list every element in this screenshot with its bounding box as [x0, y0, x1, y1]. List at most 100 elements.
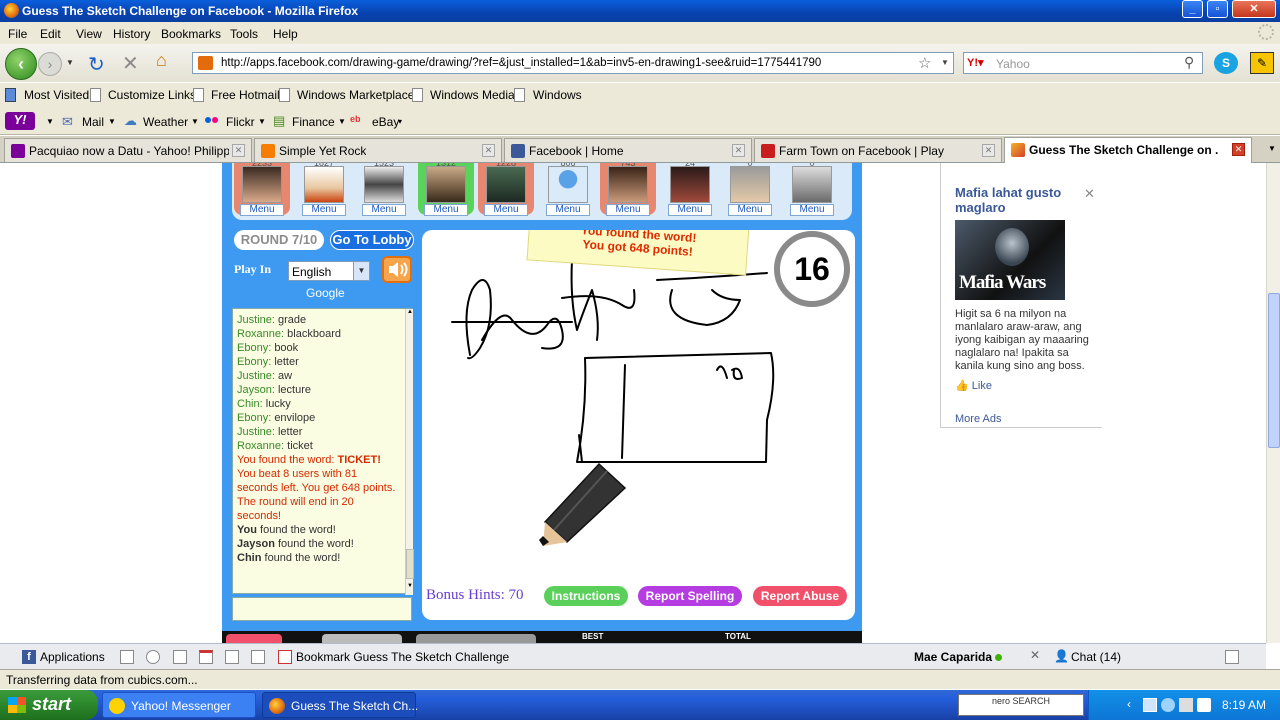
photos-icon[interactable] — [120, 650, 134, 664]
messenger-tray-icon[interactable] — [1161, 698, 1175, 712]
events-icon[interactable] — [173, 650, 187, 664]
back-button[interactable]: ‹ — [5, 48, 37, 80]
close-tab-icon[interactable]: ✕ — [982, 144, 995, 157]
menu-view[interactable]: View — [76, 27, 102, 41]
footer-tab[interactable] — [226, 634, 282, 643]
bookmark-free-hotmail[interactable]: Free Hotmail — [211, 88, 280, 102]
search-placeholder[interactable]: Yahoo — [996, 57, 1030, 71]
player-card[interactable]: 24 Menu — [662, 163, 718, 216]
page-scrollbar[interactable] — [1266, 163, 1280, 643]
url-bar[interactable]: http://apps.facebook.com/drawing-game/dr… — [192, 52, 954, 74]
taskbar-firefox[interactable]: Guess The Sketch Ch... — [262, 692, 418, 718]
nero-search-box[interactable]: nero SEARCH — [958, 694, 1084, 716]
search-box[interactable]: Y!▾ Yahoo ⚲ — [963, 52, 1203, 74]
taskbar-yahoo-messenger[interactable]: Yahoo! Messenger — [102, 692, 256, 718]
mail-dropdown-icon[interactable]: ▼ — [108, 117, 116, 126]
bookmark-windows-media[interactable]: Windows Media — [430, 88, 515, 102]
bookmark-icon[interactable] — [278, 650, 292, 664]
report-spelling-button[interactable]: Report Spelling — [638, 586, 742, 606]
chevron-down-icon[interactable]: ▼ — [353, 262, 369, 280]
close-tab-icon[interactable]: ✕ — [1232, 143, 1245, 156]
friends-icon[interactable] — [146, 650, 160, 664]
yahoo-flickr-button[interactable]: Flickr — [226, 115, 255, 129]
chat-scrollbar[interactable]: ▲ ▼ — [405, 309, 414, 595]
close-tab-icon[interactable]: ✕ — [232, 144, 245, 157]
player-menu-button[interactable]: Menu — [546, 204, 590, 216]
player-menu-button[interactable]: Menu — [424, 204, 468, 216]
search-icon[interactable]: ⚲ — [1184, 54, 1194, 71]
bookmark-windows-marketplace[interactable]: Windows Marketplace — [297, 88, 414, 102]
links-icon[interactable] — [251, 650, 265, 664]
chat-input[interactable] — [232, 597, 412, 621]
bookmark-star-icon[interactable]: ☆ — [918, 54, 931, 72]
more-ads-link[interactable]: More Ads — [955, 413, 1001, 425]
player-card[interactable]: 0 Menu — [784, 163, 840, 216]
scroll-up-icon[interactable]: ▲ — [406, 309, 414, 319]
volume-icon[interactable] — [1197, 698, 1211, 712]
player-card[interactable]: 2233 Menu — [234, 163, 290, 216]
player-card[interactable]: 743 Menu — [600, 163, 656, 216]
reload-icon[interactable]: ↻ — [88, 52, 105, 77]
flickr-dropdown-icon[interactable]: ▼ — [258, 117, 266, 126]
bookmark-app-button[interactable]: Bookmark Guess The Sketch Challenge — [296, 650, 509, 664]
ad-image[interactable]: Mafia Wars — [955, 220, 1065, 300]
bookmark-customize-links[interactable]: Customize Links — [108, 88, 196, 102]
yahoo-dropdown-icon[interactable]: ▼ — [46, 117, 54, 126]
home-icon[interactable]: ⌂ — [156, 50, 167, 71]
close-window-button[interactable]: ✕ — [1232, 0, 1276, 18]
player-card[interactable]: 1827 Menu — [296, 163, 352, 216]
forward-button[interactable]: › — [38, 52, 62, 76]
player-menu-button[interactable]: Menu — [362, 204, 406, 216]
footer-tab[interactable] — [322, 634, 402, 643]
tab-facebook-home[interactable]: Facebook | Home ✕ — [504, 138, 752, 162]
scroll-down-icon[interactable]: ▼ — [406, 583, 414, 593]
notes-icon[interactable] — [225, 650, 239, 664]
drawing-board[interactable]: 16 You found the word! You got 648 point… — [422, 230, 855, 620]
notifications-icon[interactable] — [1225, 650, 1239, 664]
history-dropdown-icon[interactable]: ▼ — [66, 58, 74, 67]
scroll-thumb[interactable] — [406, 549, 414, 579]
menu-bookmarks[interactable]: Bookmarks — [161, 27, 221, 41]
bookmark-most-visited[interactable]: Most Visited — [24, 88, 89, 102]
chat-button[interactable]: Chat (14) — [1071, 650, 1121, 664]
finance-dropdown-icon[interactable]: ▼ — [338, 117, 346, 126]
close-tab-icon[interactable]: ✕ — [482, 144, 495, 157]
calendar-icon[interactable] — [199, 650, 213, 664]
player-menu-button[interactable]: Menu — [484, 204, 528, 216]
url-dropdown-icon[interactable]: ▼ — [941, 58, 949, 67]
menu-file[interactable]: File — [8, 27, 27, 41]
player-card[interactable]: 1312 Menu — [418, 163, 474, 216]
start-button[interactable]: start — [0, 690, 98, 720]
yahoo-search-icon[interactable]: Y!▾ — [967, 56, 984, 69]
menu-history[interactable]: History — [113, 27, 150, 41]
footer-tab[interactable] — [416, 634, 536, 643]
player-menu-button[interactable]: Menu — [728, 204, 772, 216]
yahoo-logo-icon[interactable]: Y! — [5, 112, 35, 130]
tray-expand-icon[interactable]: ‹ — [1127, 697, 1131, 711]
network-icon[interactable] — [1143, 698, 1157, 712]
player-menu-button[interactable]: Menu — [668, 204, 712, 216]
menu-help[interactable]: Help — [273, 27, 298, 41]
applications-button[interactable]: Applications — [40, 650, 105, 664]
language-select[interactable]: English ▼ — [288, 261, 370, 281]
yahoo-ebay-button[interactable]: eBay — [372, 115, 399, 129]
minimize-button[interactable]: _ — [1182, 0, 1203, 18]
ad-like-button[interactable]: 👍 Like — [955, 379, 992, 392]
tab-list-icon[interactable]: ▼ — [1268, 144, 1276, 153]
chat-user-name[interactable]: Mae Caparida — [914, 650, 992, 664]
menu-tools[interactable]: Tools — [230, 27, 258, 41]
display-icon[interactable] — [1179, 698, 1193, 712]
player-menu-button[interactable]: Menu — [790, 204, 834, 216]
tab-yahoo[interactable]: Pacquiao now a Datu - Yahoo! Philippin..… — [4, 138, 252, 162]
tab-farm-town[interactable]: Farm Town on Facebook | Play ✕ — [754, 138, 1002, 162]
player-card[interactable]: 1228 Menu — [478, 163, 534, 216]
sound-toggle-button[interactable] — [382, 256, 412, 283]
menu-edit[interactable]: Edit — [40, 27, 61, 41]
player-card[interactable]: 806 Menu — [540, 163, 596, 216]
stop-icon[interactable]: ✕ — [122, 51, 139, 76]
ebay-dropdown-icon[interactable]: ▾ — [398, 117, 402, 126]
pen-tool-icon[interactable]: ✎ — [1250, 52, 1274, 74]
report-abuse-button[interactable]: Report Abuse — [753, 586, 847, 606]
yahoo-mail-button[interactable]: Mail — [82, 115, 104, 129]
maximize-button[interactable]: ▫ — [1207, 0, 1228, 18]
